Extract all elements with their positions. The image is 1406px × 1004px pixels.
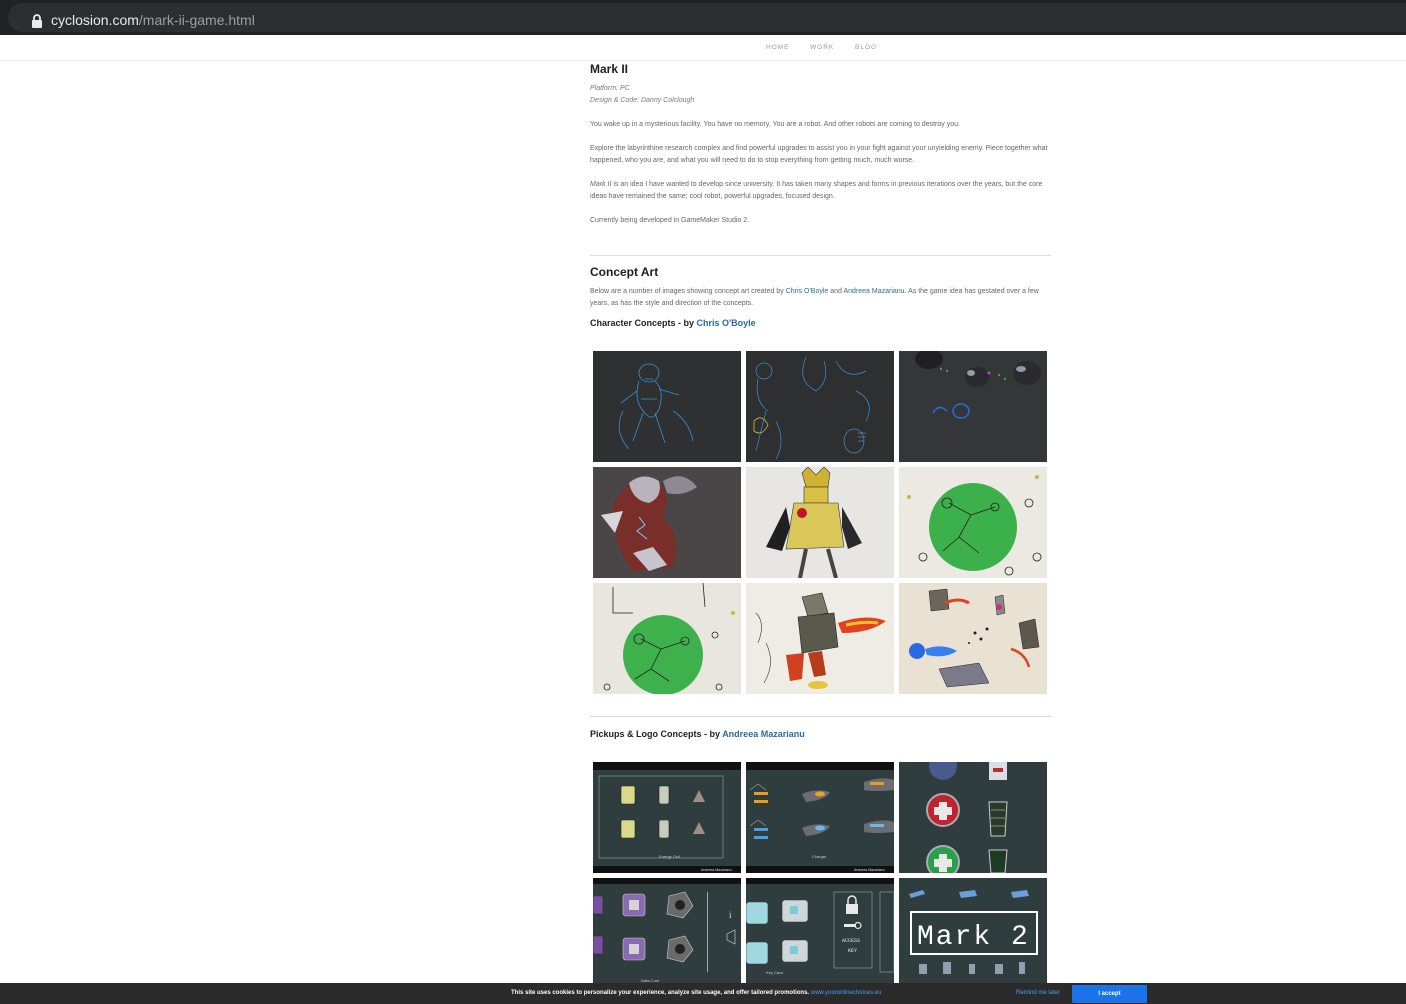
site-nav: HOME WORK BLOG [0, 35, 1406, 61]
concept-image-5[interactable] [746, 467, 894, 578]
character-concepts-heading: Character Concepts - by Chris O'Boyle [590, 318, 756, 328]
pickup-image-charger[interactable]: Charger Andreea Mazarianu [746, 762, 894, 873]
character-heading-text: Character Concepts - by [590, 318, 697, 328]
credits-text: Design & Code: Danny Colclough [590, 97, 695, 104]
cookie-policy-link[interactable]: www.youronlinechoices.eu [811, 990, 882, 996]
concept-art-title: Concept Art [590, 265, 659, 279]
mark-2-logo: Mark 2 [917, 922, 1030, 953]
pickup-image-key-card[interactable]: ACCESS KEY Key Card [746, 878, 894, 989]
artist-link-andreea[interactable]: Andreea Mazarianu [843, 288, 904, 295]
concept-intro-and: and [828, 288, 844, 295]
pickups-heading: Pickups & Logo Concepts - by Andreea Maz… [590, 729, 805, 739]
pickup-image-health[interactable] [899, 762, 1047, 873]
artist-signature: Andreea Mazarianu [701, 868, 732, 872]
nav-home[interactable]: HOME [766, 44, 790, 51]
platform-text: Platform: PC [590, 85, 630, 92]
concept-image-1[interactable] [593, 351, 741, 462]
cookie-banner: This site uses cookies to personalize yo… [0, 983, 1406, 1004]
concept-image-9[interactable] [899, 583, 1047, 694]
browser-address-bar: cyclosion.com/mark-ii-game.html [0, 0, 1406, 35]
cookie-message: This site uses cookies to personalize yo… [511, 990, 881, 996]
concept-image-4[interactable] [593, 467, 741, 578]
intro-paragraph: You wake up in a mysterious facility. Yo… [590, 121, 960, 128]
pickup-image-energy-cell[interactable]: Energy Cell Andreea Mazarianu [593, 762, 741, 873]
pickup-image-logo[interactable]: Mark 2 [899, 878, 1047, 989]
concept-image-8[interactable] [746, 583, 894, 694]
concept-image-7[interactable] [593, 583, 741, 694]
engine-paragraph: Currently being developed in GameMaker S… [590, 217, 750, 224]
lock-icon [32, 14, 42, 28]
section-divider [590, 255, 1051, 256]
concept-intro-text: Below are a number of images showing con… [590, 288, 786, 295]
concept-image-6[interactable] [899, 467, 1047, 578]
game-name-emphasis: Mark II [590, 181, 612, 188]
game-title: Mark II [590, 62, 629, 76]
artist-signature: Andreea Mazarianu [854, 868, 885, 872]
cookie-message-text: This site uses cookies to personalize yo… [511, 990, 810, 996]
character-artist-link[interactable]: Chris O'Boyle [697, 318, 756, 328]
concept-image-2[interactable] [746, 351, 894, 462]
section-divider [590, 716, 1051, 717]
concept-image-3[interactable] [899, 351, 1047, 462]
pickup-image-data-core[interactable]: i Data Core [593, 878, 741, 989]
explore-paragraph: Explore the labyrinthine research comple… [590, 145, 1048, 164]
url-field[interactable]: cyclosion.com/mark-ii-game.html [8, 3, 1406, 32]
energy-cell-label: Energy Cell [659, 854, 680, 859]
url-text: cyclosion.com/mark-ii-game.html [51, 12, 255, 28]
pickups-artist-link[interactable]: Andreea Mazarianu [722, 729, 805, 739]
url-domain: cyclosion.com [51, 12, 139, 28]
concept-intro: Below are a number of images showing con… [590, 286, 1051, 310]
accept-cookies-button[interactable]: I accept [1072, 985, 1147, 1003]
nav-blog[interactable]: BLOG [855, 44, 877, 51]
nav-work[interactable]: WORK [810, 44, 834, 51]
idea-text: is an idea I have wanted to develop sinc… [590, 181, 1043, 200]
idea-paragraph: Mark II is an idea I have wanted to deve… [590, 179, 1051, 203]
artist-link-chris[interactable]: Chris O'Boyle [786, 288, 829, 295]
key-label: KEY [848, 948, 857, 954]
key-card-label: Key Card [766, 970, 783, 975]
access-label: ACCESS [842, 938, 860, 944]
url-path: /mark-ii-game.html [138, 12, 255, 28]
remind-later-button[interactable]: Remind me later [1016, 990, 1060, 996]
pickups-heading-text: Pickups & Logo Concepts - by [590, 729, 723, 739]
charger-label: Charger [812, 854, 827, 859]
